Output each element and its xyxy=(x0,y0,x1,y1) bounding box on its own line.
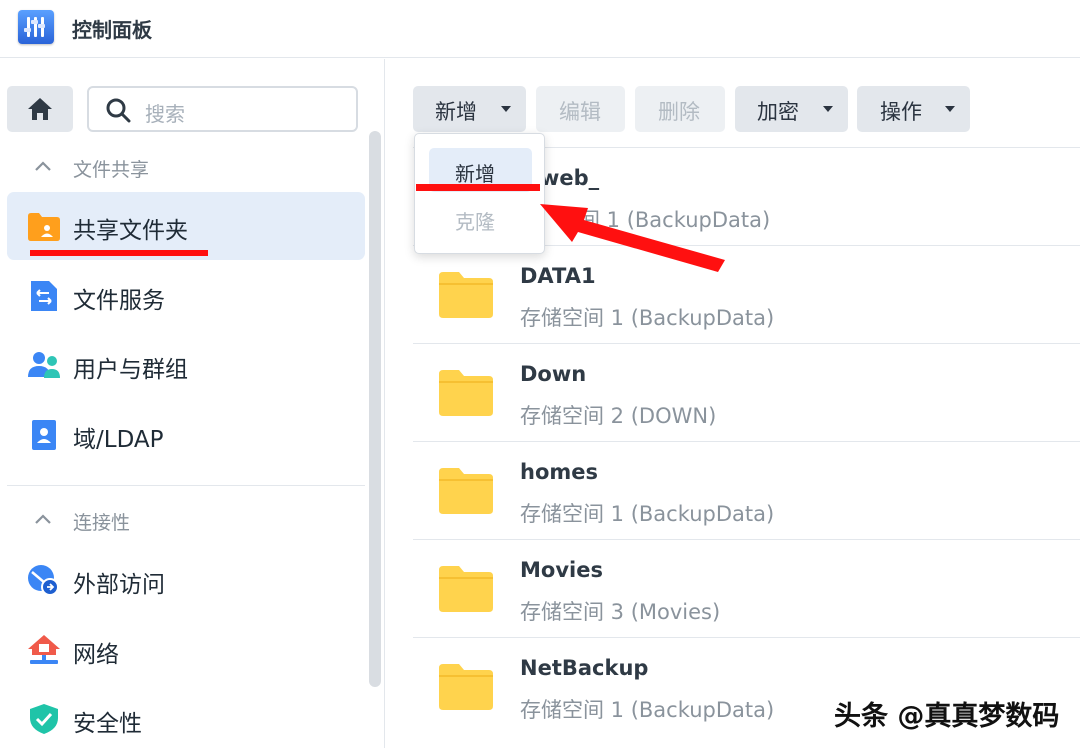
folder-name: homes xyxy=(520,460,599,484)
action-button[interactable]: 操作 xyxy=(857,86,970,132)
search-input[interactable]: 搜索 xyxy=(87,86,358,132)
app-title: 控制面板 xyxy=(72,18,152,42)
sidebar-item-users-groups[interactable]: 用户与群组 xyxy=(7,331,365,399)
home-button[interactable] xyxy=(7,86,73,132)
annotation-arrow-icon xyxy=(540,204,725,272)
sidebar-scrollbar[interactable] xyxy=(369,131,381,687)
users-groups-icon xyxy=(28,352,60,378)
sidebar-item-network[interactable]: 网络 xyxy=(7,616,365,684)
sidebar: 搜索 文件共享 共享文件夹 文件服务 用户与群组 域/LDAP 连接性 外部访问… xyxy=(0,59,385,748)
sidebar-item-label: 外部访问 xyxy=(73,572,165,598)
sidebar-item-label: 用户与群组 xyxy=(73,357,188,383)
security-shield-icon xyxy=(30,704,58,734)
sidebar-item-file-services[interactable]: 文件服务 xyxy=(7,262,365,330)
sidebar-item-label: 文件服务 xyxy=(73,288,165,314)
chevron-up-icon xyxy=(35,161,51,171)
menu-item-label: 新增 xyxy=(455,162,495,186)
folder-name: Movies xyxy=(520,558,603,582)
control-panel-icon xyxy=(18,10,54,44)
chevron-up-icon xyxy=(35,514,51,524)
menu-item-label: 克隆 xyxy=(455,210,495,234)
annotation-underline xyxy=(416,184,540,191)
folder-volume: 存储空间 3 (Movies) xyxy=(520,600,721,624)
folder-icon xyxy=(439,664,493,710)
sidebar-item-security[interactable]: 安全性 xyxy=(7,685,365,748)
caret-down-icon xyxy=(823,106,833,112)
sidebar-divider xyxy=(7,485,365,486)
encrypt-button[interactable]: 加密 xyxy=(735,86,848,132)
sidebar-item-label: 域/LDAP xyxy=(73,427,164,453)
folder-row[interactable]: Movies 存储空间 3 (Movies) xyxy=(413,539,1080,637)
menu-item-clone[interactable]: 克隆 xyxy=(429,196,532,240)
sidebar-item-label: 安全性 xyxy=(73,711,142,737)
section-label: 文件共享 xyxy=(73,159,150,181)
create-label: 新增 xyxy=(435,100,477,124)
folder-name: web_ xyxy=(540,166,600,190)
edit-button[interactable]: 编辑 xyxy=(536,86,625,132)
section-label: 连接性 xyxy=(73,512,131,534)
caret-down-icon xyxy=(501,106,511,112)
home-icon xyxy=(28,98,52,120)
folder-name: Down xyxy=(520,362,587,386)
watermark: 头条 @真真梦数码 xyxy=(834,701,1060,732)
folder-row[interactable]: DATA1 存储空间 1 (BackupData) xyxy=(413,245,1080,343)
title-bar: 控制面板 xyxy=(0,0,1080,58)
sidebar-item-label: 共享文件夹 xyxy=(73,218,188,244)
folder-icon xyxy=(439,468,493,514)
action-label: 操作 xyxy=(880,100,922,124)
folder-volume: 存储空间 2 (DOWN) xyxy=(520,404,717,428)
folder-name: NetBackup xyxy=(520,656,649,680)
file-services-icon xyxy=(31,281,57,311)
edit-label: 编辑 xyxy=(559,100,601,124)
sidebar-item-label: 网络 xyxy=(73,642,119,668)
sidebar-item-external-access[interactable]: 外部访问 xyxy=(7,546,365,614)
folder-icon xyxy=(439,272,493,318)
folder-row[interactable]: Down 存储空间 2 (DOWN) xyxy=(413,343,1080,441)
delete-label: 删除 xyxy=(658,100,700,124)
search-placeholder: 搜索 xyxy=(145,102,185,126)
sidebar-item-domain-ldap[interactable]: 域/LDAP xyxy=(7,401,365,469)
folder-row[interactable]: homes 存储空间 1 (BackupData) xyxy=(413,441,1080,539)
delete-button[interactable]: 删除 xyxy=(635,86,725,132)
folder-volume: 存储空间 1 (BackupData) xyxy=(520,306,775,330)
folder-icon xyxy=(439,566,493,612)
domain-ldap-icon xyxy=(32,420,56,450)
encrypt-label: 加密 xyxy=(757,100,799,124)
folder-volume: 存储空间 1 (BackupData) xyxy=(520,502,775,526)
section-connectivity[interactable]: 连接性 xyxy=(0,500,365,540)
caret-down-icon xyxy=(945,106,955,112)
folder-icon xyxy=(439,370,493,416)
shared-folder-icon xyxy=(28,213,60,241)
network-icon xyxy=(28,635,60,664)
search-icon xyxy=(106,98,131,123)
section-file-sharing[interactable]: 文件共享 xyxy=(0,147,365,187)
external-access-icon xyxy=(28,565,59,596)
annotation-underline xyxy=(30,250,208,256)
create-button[interactable]: 新增 xyxy=(413,86,526,132)
folder-volume: 存储空间 1 (BackupData) xyxy=(520,698,775,722)
